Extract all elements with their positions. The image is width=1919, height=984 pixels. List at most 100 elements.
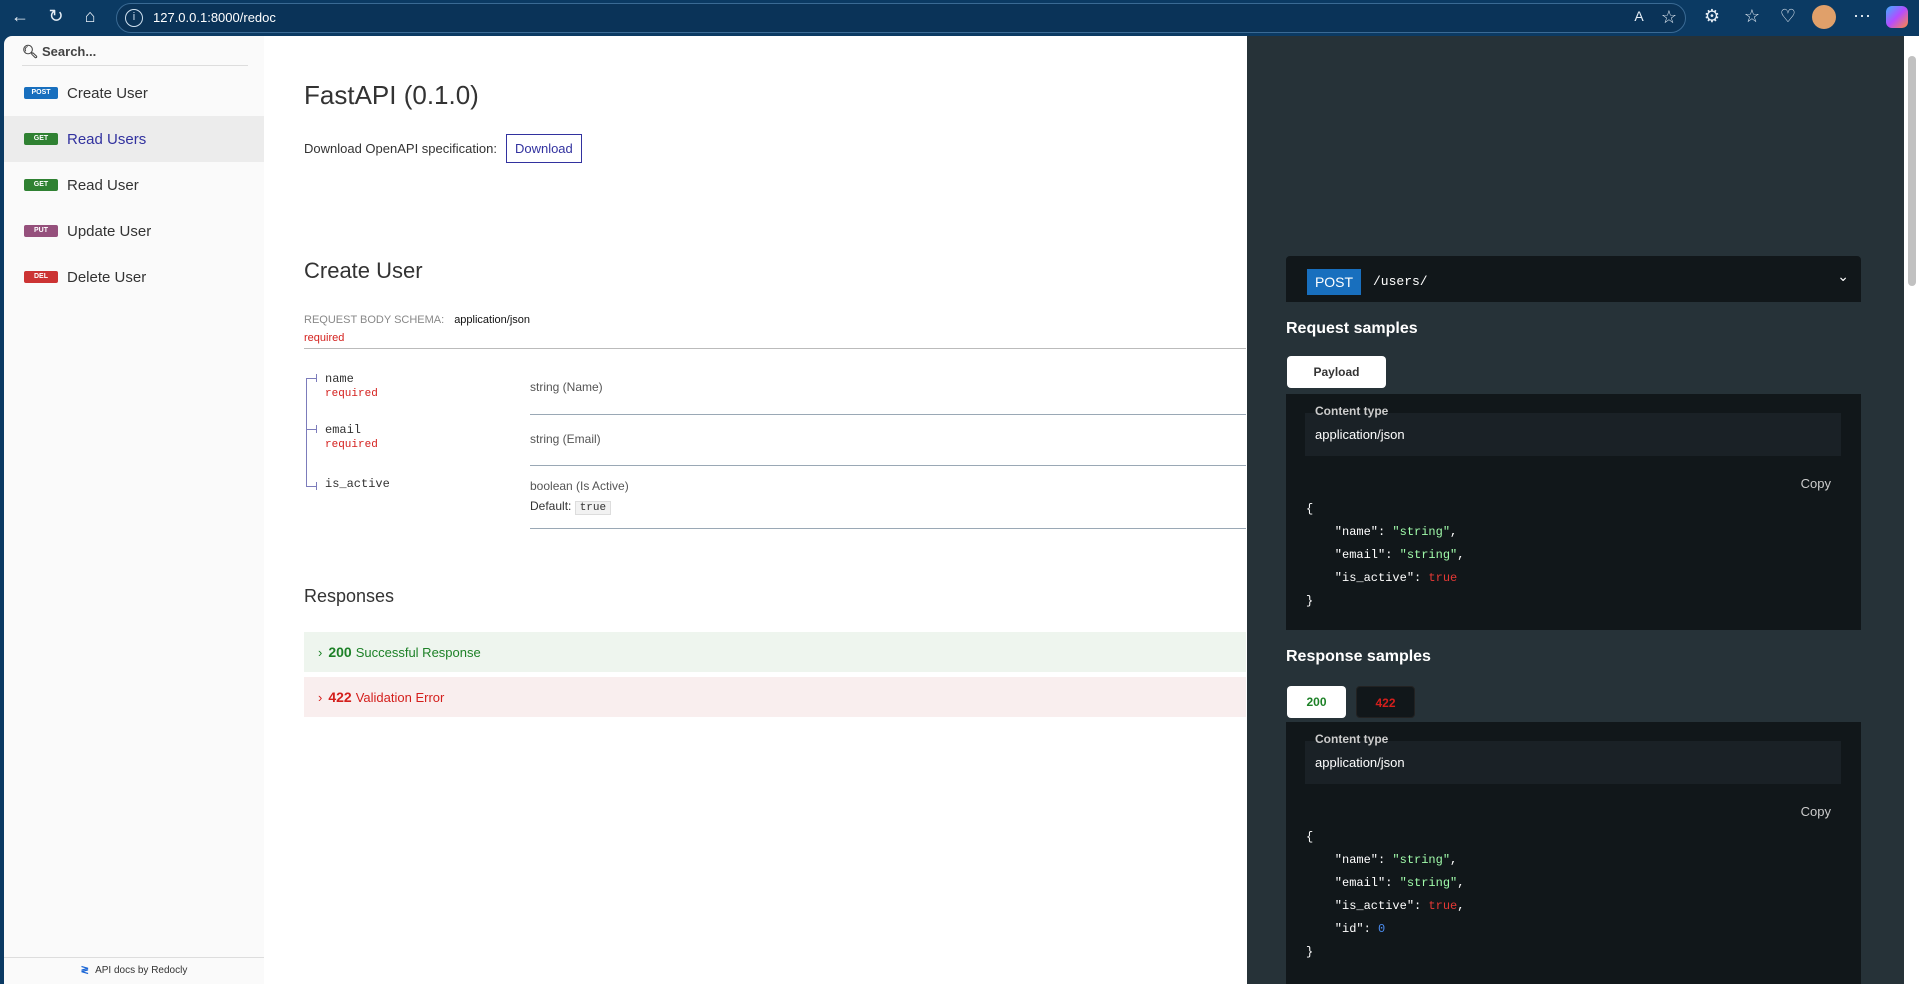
field-name-text: name [325, 372, 354, 386]
sidebar-item-label: Delete User [67, 268, 147, 286]
url-text: 127.0.0.1:8000/redoc [153, 10, 276, 25]
response-samples-title: Response samples [1286, 648, 1431, 665]
method-badge: PUT [24, 225, 58, 237]
content-type-value: application/json [1315, 427, 1405, 442]
content-type-select[interactable]: Content type application/json [1305, 404, 1841, 456]
address-bar[interactable]: i 127.0.0.1:8000/redoc A ☆ [116, 3, 1686, 33]
response-422[interactable]: › 422 Validation Error [304, 677, 1246, 717]
read-aloud-icon[interactable]: A [1627, 8, 1651, 24]
method-badge: POST [1307, 269, 1361, 295]
search-icon: 🔍︎ [22, 44, 39, 59]
field-required: required [325, 439, 378, 451]
scrollbar-thumb[interactable] [1908, 56, 1916, 286]
request-sample-panel: Content type application/json Copy { "nam… [1286, 394, 1861, 630]
field-email: email required [325, 423, 378, 451]
default-value: true [574, 501, 612, 515]
field-name-text: email [325, 423, 362, 437]
field-name-text: is_active [325, 477, 390, 491]
redocly-logo-icon: ≷ [80, 965, 90, 976]
sidebar-item-update-user[interactable]: PUT Update User [4, 208, 264, 254]
operation-title: Create User [304, 258, 423, 283]
tree-branch [306, 429, 316, 430]
favorite-star-icon[interactable]: ☆ [1657, 7, 1681, 28]
extensions-icon[interactable]: ⚙ [1700, 6, 1724, 27]
response-200[interactable]: › 200 Successful Response [304, 632, 1246, 672]
method-badge: DEL [24, 271, 58, 283]
search-input[interactable]: 🔍︎ Search... [22, 44, 248, 66]
default-label: Default: [530, 499, 572, 513]
redocly-footer-link[interactable]: ≷ API docs by Redocly [4, 957, 264, 984]
method-badge: GET [24, 133, 58, 145]
chevron-down-icon: ⌄ [1837, 268, 1849, 284]
response-label: Successful Response [355, 644, 481, 660]
more-menu-icon[interactable]: ⋯ [1850, 6, 1874, 27]
divider [530, 528, 1246, 529]
sidebar-item-create-user[interactable]: POST Create User [4, 70, 264, 116]
samples-panel: POST /users/ ⌄ Request samples Payload C… [1247, 36, 1904, 984]
request-json-sample: { "name": "string", "email": "string", "… [1306, 502, 1465, 608]
content-type-select[interactable]: Content type application/json [1305, 732, 1841, 784]
field-required: required [325, 388, 378, 400]
page-scrollbar[interactable] [1904, 36, 1919, 984]
browser-toolbar: ← ↻ ⌂ i 127.0.0.1:8000/redoc A ☆ ⚙ ☆ ♡ ⋯ [0, 0, 1919, 36]
sidebar-item-label: Create User [67, 84, 148, 102]
responses-title: Responses [304, 586, 395, 606]
refresh-icon[interactable]: ↻ [44, 6, 68, 27]
api-title: FastAPI (0.1.0) [304, 80, 479, 110]
response-label: Validation Error [355, 689, 445, 705]
tree-branch-tick [316, 374, 317, 382]
copilot-icon[interactable] [1886, 6, 1908, 28]
field-type: string (Email) [530, 432, 601, 446]
field-name: name required [325, 372, 378, 400]
chevron-right-icon: › [318, 689, 323, 705]
sidebar-item-delete-user[interactable]: DEL Delete User [4, 254, 264, 300]
tree-branch [306, 486, 316, 487]
sidebar-item-read-user[interactable]: GET Read User [4, 162, 264, 208]
tree-branch-tick [316, 482, 317, 490]
schema-content-type: application/json [454, 314, 531, 326]
field-type: string (Name) [530, 380, 603, 394]
schema-tree-line [306, 378, 307, 486]
main-content: FastAPI (0.1.0) Download OpenAPI specifi… [264, 36, 1247, 984]
content-type-value: application/json [1315, 755, 1405, 770]
request-samples-title: Request samples [1286, 320, 1418, 337]
chevron-right-icon: › [318, 644, 323, 660]
method-badge: POST [24, 87, 58, 99]
sidebar-item-label: Read Users [67, 130, 147, 148]
content-type-label: Content type [1315, 404, 1389, 418]
tab-response-200[interactable]: 200 [1287, 686, 1346, 718]
site-info-icon[interactable]: i [125, 9, 143, 27]
sidebar-item-label: Read User [67, 176, 139, 194]
response-code: 422 [328, 689, 352, 705]
method-badge: GET [24, 179, 58, 191]
response-json-sample: { "name": "string", "email": "string", "… [1306, 830, 1465, 959]
browser-health-icon[interactable]: ♡ [1776, 6, 1800, 27]
home-icon[interactable]: ⌂ [78, 6, 102, 27]
divider [530, 414, 1246, 415]
back-icon[interactable]: ← [8, 6, 32, 27]
copy-button[interactable]: Copy [1801, 804, 1831, 819]
divider [304, 348, 1246, 349]
download-button[interactable]: Download [505, 134, 582, 163]
body-required: required [304, 332, 345, 344]
sidebar-item-read-users[interactable]: GET Read Users [4, 116, 264, 162]
download-row: Download OpenAPI specification: Download [304, 134, 582, 163]
content-type-label: Content type [1315, 732, 1389, 746]
favorites-icon[interactable]: ☆ [1740, 6, 1764, 27]
tree-branch-tick [316, 425, 317, 433]
sidebar-item-label: Update User [67, 222, 152, 240]
download-label: Download OpenAPI specification: [304, 141, 497, 156]
sidebar: 🔍︎ Search... POST Create User GET Read User… [4, 36, 264, 984]
field-type: boolean (Is Active) Default: true [530, 479, 629, 515]
tree-branch [306, 378, 316, 379]
tab-payload[interactable]: Payload [1287, 356, 1386, 388]
tab-response-422[interactable]: 422 [1356, 686, 1415, 718]
endpoint-dropdown[interactable]: POST /users/ ⌄ [1286, 256, 1861, 302]
request-body-schema-label: REQUEST BODY SCHEMA: application/json [304, 314, 530, 326]
profile-avatar[interactable] [1812, 5, 1836, 29]
field-type-text: boolean (Is Active) [530, 479, 629, 493]
divider [530, 465, 1246, 466]
copy-button[interactable]: Copy [1801, 476, 1831, 491]
field-is-active: is_active [325, 477, 390, 491]
response-code: 200 [328, 644, 352, 660]
